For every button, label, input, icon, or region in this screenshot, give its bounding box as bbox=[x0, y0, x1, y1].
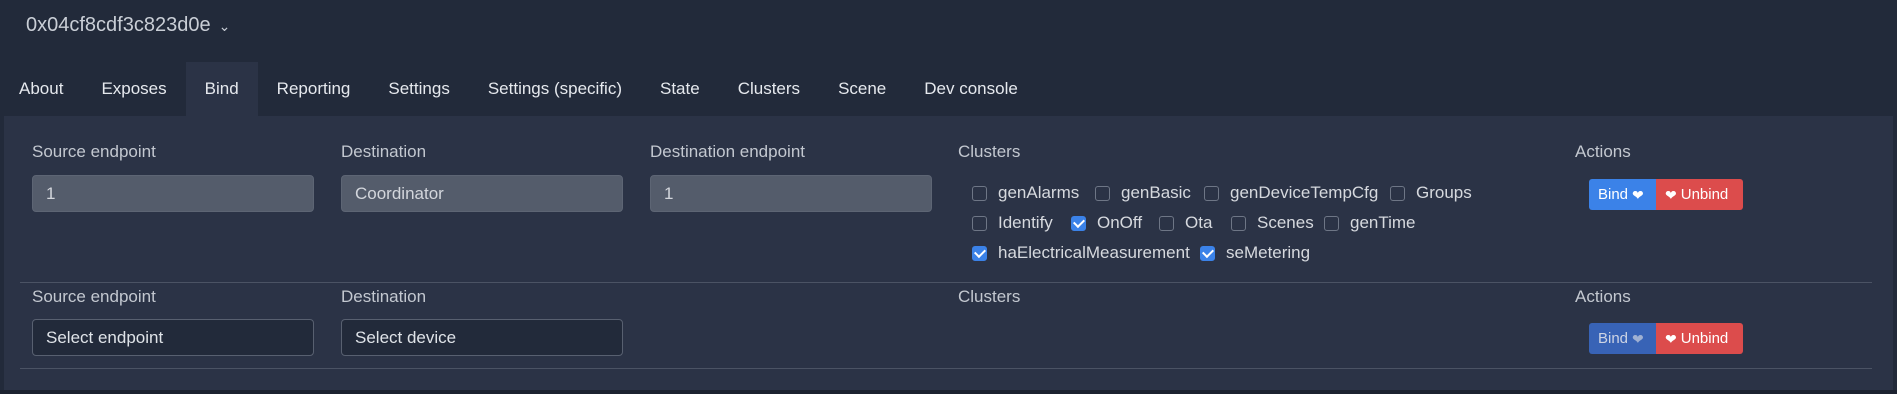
checkbox[interactable] bbox=[972, 215, 987, 231]
actions-label: Actions bbox=[1575, 142, 1631, 161]
cluster-label: genTime bbox=[1350, 213, 1416, 232]
panel-border bbox=[0, 390, 1897, 394]
check-icon bbox=[1072, 215, 1085, 228]
cluster-label: haElectricalMeasurement bbox=[998, 243, 1190, 262]
checkbox[interactable] bbox=[1390, 185, 1405, 201]
tab-reporting[interactable]: Reporting bbox=[258, 62, 370, 116]
cluster-checkbox-scenes[interactable]: Scenes bbox=[1231, 213, 1314, 233]
destination-field: Coordinator bbox=[341, 175, 623, 212]
bind-button[interactable]: Bind ❤ bbox=[1589, 179, 1656, 210]
heart-icon: ❤ bbox=[1632, 330, 1644, 347]
cluster-checkbox-gendevicetempcfg[interactable]: genDeviceTempCfg bbox=[1204, 183, 1378, 203]
device-title: 0x04cf8cdf3c823d0e bbox=[26, 14, 211, 36]
bind-actions: Bind ❤ ❤ Unbind bbox=[1589, 323, 1743, 354]
destination-label: Destination bbox=[341, 142, 427, 161]
checkbox-checked[interactable] bbox=[972, 245, 987, 261]
bind-actions: Bind ❤ ❤ Unbind bbox=[1589, 179, 1743, 210]
row-divider bbox=[20, 368, 1872, 369]
checkbox[interactable] bbox=[1204, 185, 1219, 201]
broken-heart-icon: ❤ bbox=[1665, 186, 1677, 203]
cluster-checkbox-semetering[interactable]: seMetering bbox=[1200, 243, 1310, 263]
cluster-label: seMetering bbox=[1226, 243, 1311, 262]
cluster-label: genBasic bbox=[1121, 183, 1191, 202]
cluster-checkbox-onoff[interactable]: OnOff bbox=[1071, 213, 1142, 233]
tab-clusters[interactable]: Clusters bbox=[719, 62, 819, 116]
cluster-label: genDeviceTempCfg bbox=[1230, 183, 1379, 202]
cluster-label: Groups bbox=[1416, 183, 1472, 202]
check-icon bbox=[973, 245, 986, 258]
row-divider bbox=[20, 282, 1872, 283]
cluster-checkbox-groups[interactable]: Groups bbox=[1390, 183, 1472, 203]
tab-dev-console[interactable]: Dev console bbox=[905, 62, 1037, 116]
checkbox-checked[interactable] bbox=[1071, 215, 1086, 231]
chevron-down-icon: ⌄ bbox=[218, 18, 231, 34]
unbind-button[interactable]: ❤ Unbind bbox=[1656, 179, 1743, 210]
cluster-checkbox-ota[interactable]: Ota bbox=[1159, 213, 1212, 233]
tab-exposes[interactable]: Exposes bbox=[82, 62, 185, 116]
tab-about[interactable]: About bbox=[0, 62, 82, 116]
clusters-label: Clusters bbox=[958, 142, 1021, 161]
source-endpoint-label: Source endpoint bbox=[32, 142, 156, 161]
checkbox[interactable] bbox=[972, 185, 987, 201]
cluster-checkbox-identify[interactable]: Identify bbox=[972, 213, 1053, 233]
actions-label: Actions bbox=[1575, 287, 1631, 306]
source-endpoint-label: Source endpoint bbox=[32, 287, 156, 306]
cluster-label: Ota bbox=[1185, 213, 1213, 232]
destination-select[interactable]: Select device bbox=[341, 319, 623, 356]
device-selector[interactable]: 0x04cf8cdf3c823d0e ⌄ bbox=[26, 14, 230, 37]
tab-settings[interactable]: Settings bbox=[369, 62, 468, 116]
checkbox[interactable] bbox=[1324, 215, 1339, 231]
source-endpoint-field: 1 bbox=[32, 175, 314, 212]
cluster-label: OnOff bbox=[1097, 213, 1143, 232]
checkbox[interactable] bbox=[1159, 215, 1174, 231]
source-endpoint-select[interactable]: Select endpoint bbox=[32, 319, 314, 356]
cluster-checkbox-haelectricalmeasurement[interactable]: haElectricalMeasurement bbox=[972, 243, 1190, 263]
clusters-label: Clusters bbox=[958, 287, 1021, 306]
destination-endpoint-field: 1 bbox=[650, 175, 932, 212]
cluster-checkbox-genbasic[interactable]: genBasic bbox=[1095, 183, 1191, 203]
destination-endpoint-label: Destination endpoint bbox=[650, 142, 806, 161]
heart-icon: ❤ bbox=[1632, 186, 1644, 203]
checkbox[interactable] bbox=[1231, 215, 1246, 231]
tab-bind[interactable]: Bind bbox=[185, 62, 258, 116]
cluster-label: genAlarms bbox=[998, 183, 1080, 202]
tab-bar: About Exposes Bind Reporting Settings Se… bbox=[0, 62, 1037, 116]
check-icon bbox=[1201, 245, 1214, 258]
broken-heart-icon: ❤ bbox=[1665, 330, 1677, 347]
cluster-label: Scenes bbox=[1257, 213, 1314, 232]
tab-scene[interactable]: Scene bbox=[819, 62, 905, 116]
cluster-checkbox-genalarms[interactable]: genAlarms bbox=[972, 183, 1079, 203]
bind-button[interactable]: Bind ❤ bbox=[1589, 323, 1656, 354]
unbind-button[interactable]: ❤ Unbind bbox=[1656, 323, 1743, 354]
destination-label: Destination bbox=[341, 287, 427, 306]
checkbox[interactable] bbox=[1095, 185, 1110, 201]
tab-settings-specific[interactable]: Settings (specific) bbox=[469, 62, 641, 116]
tab-state[interactable]: State bbox=[641, 62, 719, 116]
cluster-label: Identify bbox=[998, 213, 1053, 232]
checkbox-checked[interactable] bbox=[1200, 245, 1215, 261]
cluster-checkbox-gentime[interactable]: genTime bbox=[1324, 213, 1416, 233]
